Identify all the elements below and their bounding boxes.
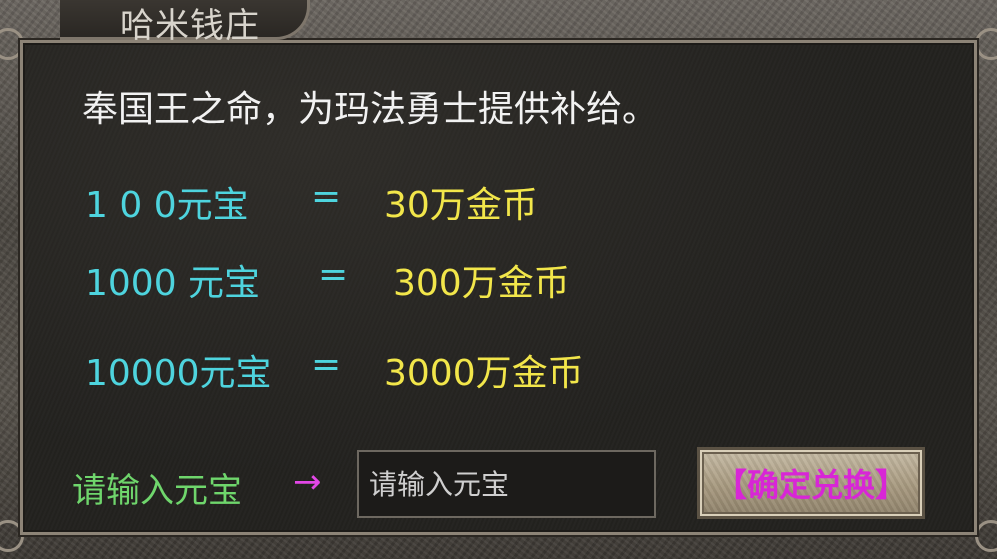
gold-amount: 3000万金币 bbox=[384, 353, 584, 394]
yuanbao-amount: 1000 元宝 bbox=[85, 263, 261, 304]
yuanbao-amount: 1 0 0元宝 bbox=[85, 185, 249, 226]
confirm-exchange-button[interactable]: 【确定兑换】 bbox=[697, 447, 925, 519]
dialog-title: 哈米钱庄 bbox=[120, 6, 260, 46]
equals-sign: = bbox=[311, 176, 342, 217]
dialog-frame: 哈米钱庄 奉国王之命，为玛法勇士提供补给。 1 0 0元宝 = 30万金币 10… bbox=[0, 0, 997, 559]
yuanbao-input-label: 请输入元宝 bbox=[72, 471, 242, 511]
frame-ornament-top-right bbox=[975, 28, 997, 60]
equals-sign: = bbox=[311, 344, 342, 385]
frame-ornament-bottom-right bbox=[975, 520, 997, 552]
yuanbao-input[interactable] bbox=[357, 450, 656, 518]
equals-sign: = bbox=[318, 254, 349, 295]
yuanbao-amount: 10000元宝 bbox=[85, 353, 272, 394]
gold-amount: 30万金币 bbox=[384, 185, 538, 226]
arrow-right-icon: → bbox=[293, 462, 322, 502]
intro-text: 奉国王之命，为玛法勇士提供补给。 bbox=[82, 89, 659, 130]
gold-amount: 300万金币 bbox=[393, 263, 570, 304]
